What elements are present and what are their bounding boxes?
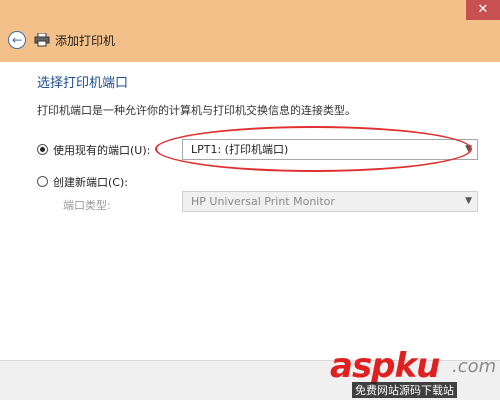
existing-port-radio[interactable] — [37, 144, 48, 155]
printer-icon — [34, 33, 50, 47]
watermark-logo: aspku — [330, 346, 440, 386]
title-bar: ✕ ← 添加打印机 — [0, 0, 500, 62]
nav-row: ← 添加打印机 — [0, 26, 500, 54]
page-heading: 选择打印机端口 — [37, 76, 129, 91]
chevron-down-icon: ▼ — [465, 144, 472, 154]
port-type-label: 端口类型: — [63, 199, 111, 212]
new-port-label[interactable]: 创建新端口(C): — [53, 174, 128, 190]
wizard-content: 选择打印机端口 打印机端口是一种允许你的计算机与打印机交换信息的连接类型。 使用… — [7, 62, 493, 360]
new-port-radio[interactable] — [37, 176, 48, 187]
watermark-suffix: .com — [452, 356, 497, 377]
existing-port-label[interactable]: 使用现有的端口(U): — [53, 142, 150, 158]
existing-port-select[interactable]: LPT1: (打印机端口) ▼ — [182, 139, 478, 160]
site-watermark: aspku .com 免费网站源码下载站 — [330, 346, 500, 400]
watermark-subtitle: 免费网站源码下载站 — [352, 382, 457, 398]
port-type-value: HP Universal Print Monitor — [191, 195, 335, 208]
close-icon: ✕ — [477, 2, 489, 17]
close-button[interactable]: ✕ — [466, 0, 500, 20]
port-type-select: HP Universal Print Monitor ▼ — [182, 191, 478, 212]
back-arrow-icon: ← — [11, 33, 23, 47]
existing-port-value: LPT1: (打印机端口) — [191, 143, 289, 156]
window-title: 添加打印机 — [55, 34, 116, 48]
page-description: 打印机端口是一种允许你的计算机与打印机交换信息的连接类型。 — [37, 104, 356, 117]
chevron-down-icon: ▼ — [465, 196, 472, 206]
back-button[interactable]: ← — [8, 31, 26, 49]
watermark-main-text: aspku — [330, 346, 440, 386]
